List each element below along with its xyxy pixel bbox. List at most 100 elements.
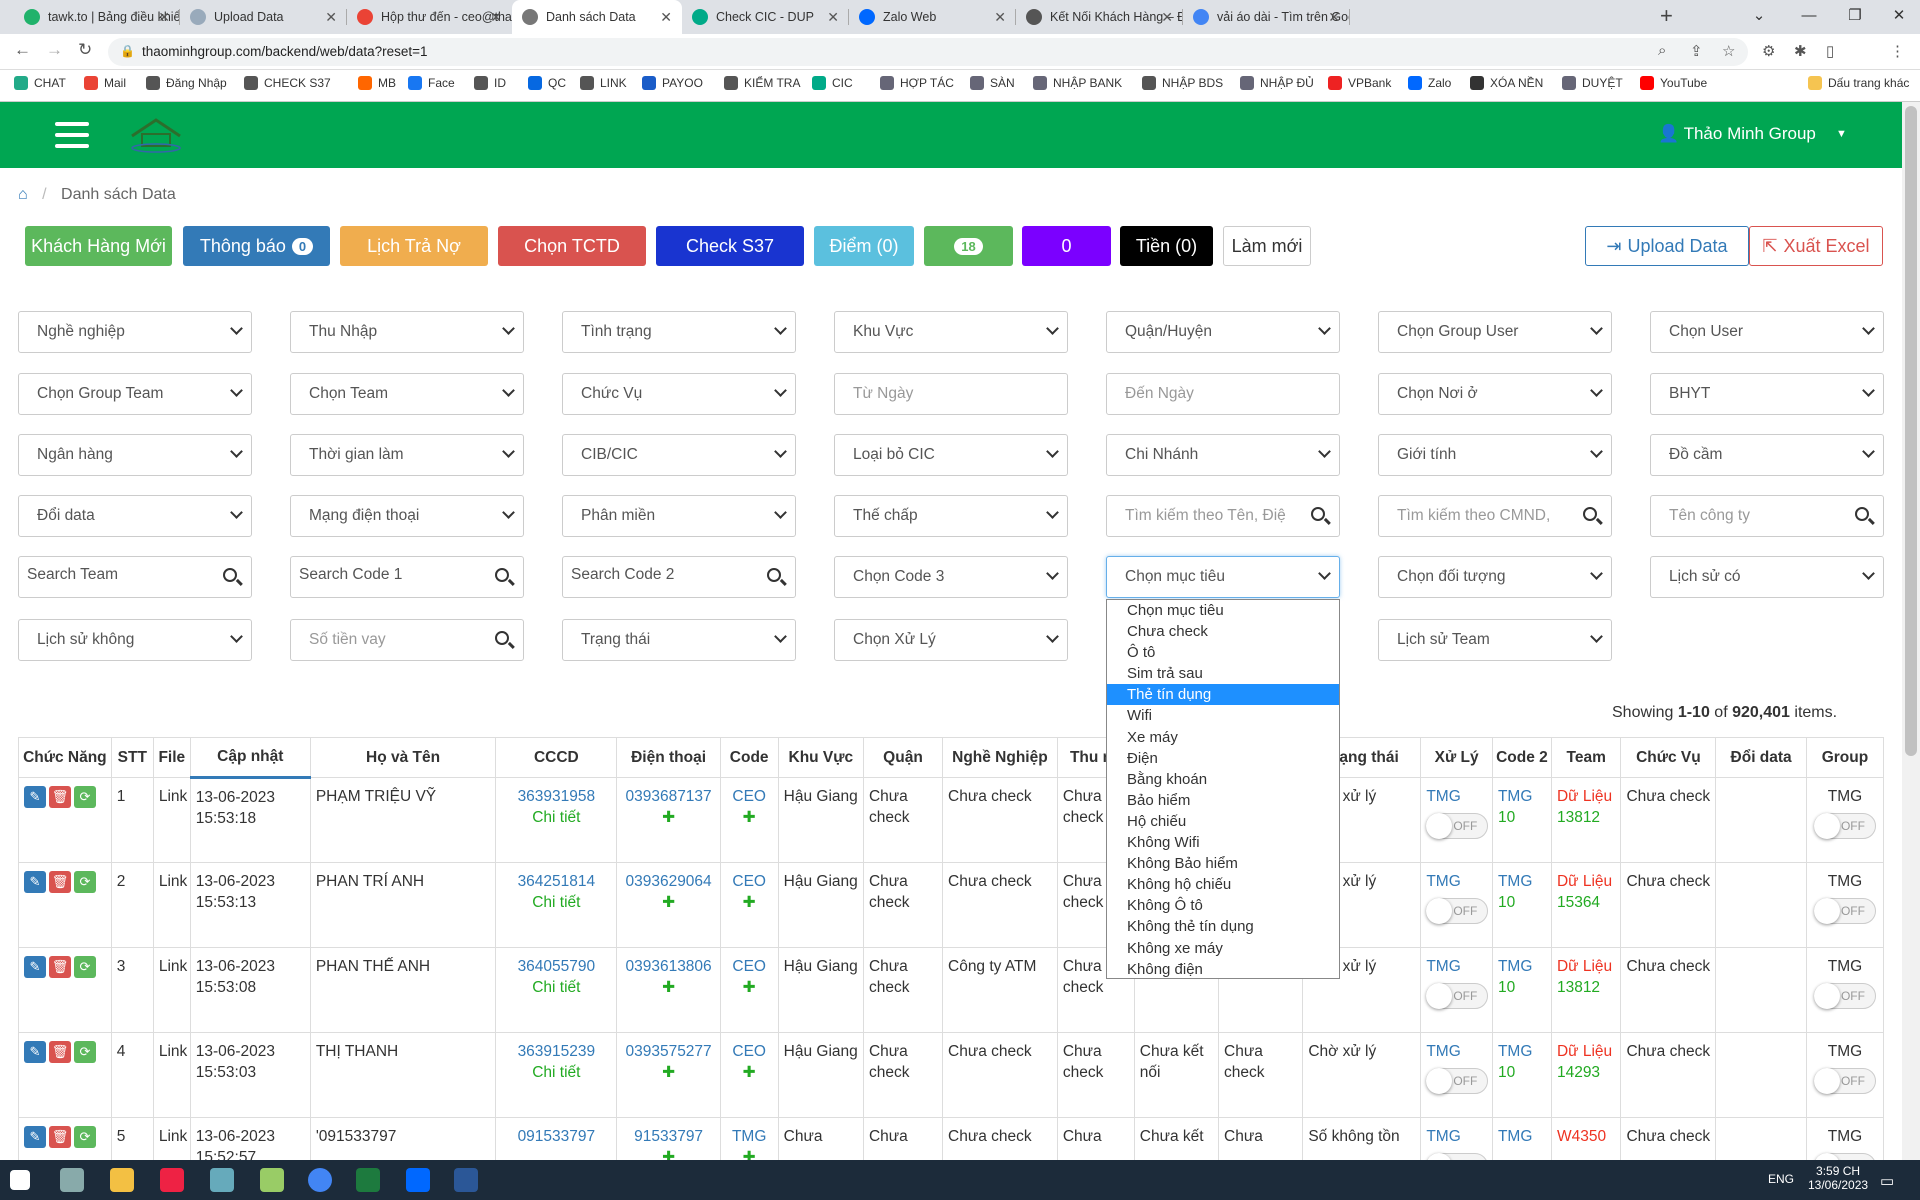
search-input[interactable]: Search Team [18, 556, 252, 598]
detail-link[interactable]: Chi tiết [532, 1064, 580, 1081]
dropdown-option[interactable]: Không Ô tô [1107, 895, 1339, 916]
file-link[interactable]: Link [159, 873, 187, 890]
delete-icon[interactable]: 🗑 [49, 956, 71, 978]
dropdown-option[interactable]: Ô tô [1107, 642, 1339, 663]
sync-icon[interactable]: ⟳ [74, 1126, 96, 1148]
filter-select[interactable]: Chọn Group Team [18, 373, 252, 415]
add-code-icon[interactable]: ✚ [743, 809, 756, 826]
repay-schedule-button[interactable]: Lịch Trả Nợ [340, 226, 488, 266]
bookmark-item[interactable]: Face [408, 76, 455, 90]
window-maximize-icon[interactable]: ❐ [1832, 0, 1878, 34]
minimize-button[interactable]: ⌄ [1736, 0, 1782, 34]
puzzle-icon[interactable]: ✱ [1794, 42, 1807, 60]
add-code-icon[interactable]: ✚ [743, 1064, 756, 1081]
filter-select[interactable]: Lịch sử có [1650, 556, 1884, 598]
bookmark-item[interactable]: CIC [812, 76, 853, 90]
filter-select[interactable]: Chọn User [1650, 311, 1884, 353]
browser-tab[interactable]: Upload Data ✕ [180, 0, 347, 34]
search-input[interactable]: Search Code 1 [290, 556, 524, 598]
group-toggle[interactable]: OFF [1813, 983, 1876, 1009]
cccd-link[interactable]: 364055790 [518, 958, 596, 975]
user-menu[interactable]: 👤 Thảo Minh Group [1658, 124, 1816, 144]
filter-select[interactable]: Loại bỏ CIC [834, 434, 1068, 476]
refresh-button[interactable]: Làm mới [1223, 226, 1311, 266]
dropdown-option[interactable]: Không thẻ tín dụng [1107, 916, 1339, 937]
column-header[interactable]: Cập nhật [189, 737, 311, 779]
search-icon[interactable] [495, 568, 509, 582]
menu-kebab-icon[interactable]: ⋮ [1890, 42, 1905, 60]
browser-tab[interactable]: vải áo dài - Tìm trên Googl ✕ [1183, 0, 1350, 34]
handler-toggle[interactable]: OFF [1426, 1068, 1489, 1094]
bookmark-item[interactable]: HỢP TÁC [880, 76, 954, 90]
bookmark-item[interactable]: YouTube [1640, 76, 1707, 90]
upload-data-button[interactable]: ⇥ Upload Data [1585, 226, 1749, 266]
bookmark-item[interactable]: XÓA NỀN [1470, 76, 1543, 90]
date-input[interactable]: Từ Ngày [834, 373, 1068, 415]
tab-close-icon[interactable]: ✕ [1161, 9, 1173, 26]
count-button[interactable]: 18 [924, 226, 1013, 266]
filter-select[interactable]: Thế chấp [834, 495, 1068, 537]
sync-icon[interactable]: ⟳ [74, 786, 96, 808]
url-box[interactable]: 🔒 thaominhgroup.com/backend/web/data?res… [108, 38, 1748, 66]
phone-link[interactable]: 91533797 [634, 1128, 703, 1145]
new-customer-button[interactable]: Khách Hàng Mới [25, 226, 172, 266]
points-button[interactable]: Điểm (0) [814, 226, 914, 266]
money-button[interactable]: Tiền (0) [1120, 226, 1213, 266]
app2-icon[interactable] [260, 1168, 284, 1192]
dropdown-option[interactable]: Chọn mục tiêu [1107, 600, 1339, 621]
language-indicator[interactable]: ENG [1768, 1172, 1794, 1186]
tab-close-icon[interactable]: ✕ [827, 9, 839, 26]
bookmark-other[interactable]: Dấu trang khác [1808, 76, 1909, 90]
cccd-link[interactable]: 364251814 [518, 873, 596, 890]
caret-down-icon[interactable]: ▼ [1836, 128, 1847, 140]
browser-tab[interactable]: Check CIC - DUP ✕ [682, 0, 849, 34]
forward-icon[interactable]: → [46, 40, 63, 60]
handler-link[interactable]: TMG [1426, 958, 1460, 975]
bookmark-item[interactable]: CHECK S37 [244, 76, 331, 90]
target-dropdown-list[interactable]: Chọn mục tiêu Chưa check Ô tô Sim trả sau Th… [1106, 599, 1340, 979]
dropdown-option[interactable]: Điện [1107, 748, 1339, 769]
filter-select[interactable]: Đồ cầm [1650, 434, 1884, 476]
dropdown-option[interactable]: Thẻ tín dụng [1107, 684, 1339, 706]
code-link[interactable]: TMG [732, 1128, 766, 1145]
handler-toggle[interactable]: OFF [1426, 813, 1489, 839]
dropdown-option[interactable]: Sim trả sau [1107, 663, 1339, 684]
filter-select[interactable]: Chọn Nơi ở [1378, 373, 1612, 415]
code2-link[interactable]: TMG [1498, 1043, 1532, 1060]
filter-select[interactable]: Thời gian làm [290, 434, 524, 476]
code-link[interactable]: CEO [732, 873, 766, 890]
search-input[interactable]: Tìm kiếm theo CMND, [1378, 495, 1612, 537]
excel-icon[interactable] [356, 1168, 380, 1192]
phone-link[interactable]: 0393613806 [625, 958, 711, 975]
check-s37-button[interactable]: Check S37 [656, 226, 804, 266]
search-icon[interactable] [1855, 507, 1869, 521]
filter-select[interactable]: BHYT [1650, 373, 1884, 415]
bookmark-item[interactable]: KIỂM TRA [724, 76, 800, 90]
search-icon[interactable] [1583, 507, 1597, 521]
browser-tab[interactable]: tawk.to | Bảng điều khiển ✕ [14, 0, 180, 34]
bookmark-item[interactable]: Mail [84, 76, 126, 90]
filter-select[interactable]: Giới tính [1378, 434, 1612, 476]
file-link[interactable]: Link [159, 1043, 187, 1060]
windows-start-icon[interactable] [10, 1170, 30, 1190]
code2-link[interactable]: TMG [1498, 788, 1532, 805]
filter-select[interactable]: Chức Vụ [562, 373, 796, 415]
browser-tab[interactable]: Danh sách Data ✕ [512, 0, 682, 34]
filter-select[interactable]: Chọn Code 3 [834, 556, 1068, 598]
dropdown-option[interactable]: Bằng khoán [1107, 769, 1339, 790]
code-link[interactable]: CEO [732, 1043, 766, 1060]
tab-close-icon[interactable]: ✕ [1328, 9, 1340, 26]
file-link[interactable]: Link [159, 1128, 187, 1145]
bookmark-item[interactable]: Đăng Nhập [146, 76, 227, 90]
company-logo[interactable] [128, 114, 184, 154]
edit-icon[interactable]: ✎ [24, 786, 46, 808]
filter-select[interactable]: Đổi data [18, 495, 252, 537]
search-input[interactable]: Tên công ty [1650, 495, 1884, 537]
search-icon[interactable] [767, 568, 781, 582]
search-input[interactable]: Số tiền vay [290, 619, 524, 661]
filter-select[interactable]: Chọn đối tượng [1378, 556, 1612, 598]
edit-icon[interactable]: ✎ [24, 1126, 46, 1148]
cccd-link[interactable]: 091533797 [518, 1128, 596, 1145]
dropdown-option[interactable]: Hộ chiếu [1107, 811, 1339, 832]
filter-select[interactable]: Lịch sử không [18, 619, 252, 661]
